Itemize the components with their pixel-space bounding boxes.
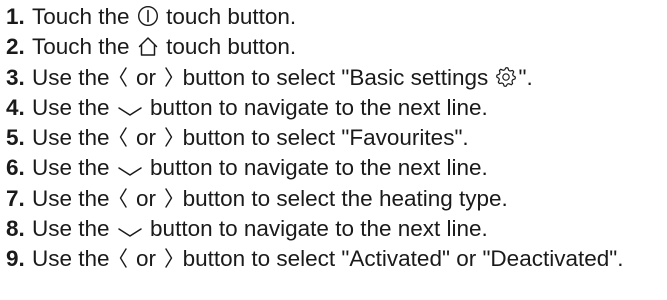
step-text-segment: Touch the bbox=[32, 34, 136, 60]
step-item: 4Use the button to navigate to the next … bbox=[6, 93, 667, 123]
step-item: 1Touch the touch button. bbox=[6, 2, 667, 32]
step-item: 3Use the or button to select "Basic sett… bbox=[6, 63, 667, 93]
step-text-segment: ". bbox=[518, 64, 533, 90]
step-text-segment: Use the bbox=[32, 216, 116, 242]
chevron-right-icon bbox=[163, 125, 175, 149]
step-text-segment: or bbox=[129, 64, 163, 90]
step-number: 2 bbox=[6, 32, 32, 62]
step-number: 1 bbox=[6, 2, 32, 32]
step-item: 2Touch the touch button. bbox=[6, 32, 667, 62]
step-number: 3 bbox=[6, 63, 32, 93]
step-text: Use the button to navigate to the next l… bbox=[32, 153, 667, 183]
step-text: Touch the touch button. bbox=[32, 2, 667, 32]
step-text: Use the or button to select "Activated" … bbox=[32, 244, 667, 274]
chevron-right-icon bbox=[163, 65, 175, 89]
step-number: 8 bbox=[6, 214, 32, 244]
step-item: 9Use the or button to select "Activated"… bbox=[6, 244, 667, 274]
chevron-left-icon bbox=[117, 186, 129, 210]
step-text: Use the button to navigate to the next l… bbox=[32, 93, 667, 123]
gear-icon bbox=[495, 66, 517, 88]
step-text-segment: Use the bbox=[32, 246, 116, 272]
step-text-segment: Use the bbox=[32, 64, 116, 90]
step-text-segment: button to select the heating type. bbox=[176, 185, 508, 211]
step-text-segment: button to select "Basic settings bbox=[176, 64, 495, 90]
step-number: 6 bbox=[6, 153, 32, 183]
chevron-right-icon bbox=[163, 186, 175, 210]
step-text-segment: or bbox=[129, 185, 163, 211]
chevron-right-icon bbox=[163, 246, 175, 270]
step-text-segment: or bbox=[129, 125, 163, 151]
step-text-segment: button to select "Activated" or "Deactiv… bbox=[176, 246, 624, 272]
step-text-segment: button to navigate to the next line. bbox=[143, 94, 488, 120]
step-text: Touch the touch button. bbox=[32, 32, 667, 62]
power-icon bbox=[137, 5, 159, 27]
step-number: 9 bbox=[6, 244, 32, 274]
step-text: Use the button to navigate to the next l… bbox=[32, 214, 667, 244]
step-number: 7 bbox=[6, 184, 32, 214]
step-text-segment: touch button. bbox=[159, 34, 297, 60]
step-text: Use the or button to select the heating … bbox=[32, 184, 667, 214]
step-text-segment: Use the bbox=[32, 125, 116, 151]
step-text-segment: button to navigate to the next line. bbox=[143, 155, 488, 181]
chevron-down-icon bbox=[117, 104, 143, 118]
step-text-segment: Touch the bbox=[32, 4, 136, 29]
chevron-left-icon bbox=[117, 125, 129, 149]
instruction-steps: 1Touch the touch button.2Touch the touch… bbox=[0, 0, 667, 275]
home-icon bbox=[137, 35, 159, 57]
step-item: 5Use the or button to select "Favourites… bbox=[6, 123, 667, 153]
step-number: 5 bbox=[6, 123, 32, 153]
step-number: 4 bbox=[6, 93, 32, 123]
chevron-down-icon bbox=[117, 225, 143, 239]
step-text-segment: Use the bbox=[32, 155, 116, 181]
step-text-segment: touch button. bbox=[159, 4, 297, 29]
step-text-segment: Use the bbox=[32, 94, 116, 120]
step-text-segment: button to navigate to the next line. bbox=[143, 216, 488, 242]
chevron-left-icon bbox=[117, 246, 129, 270]
step-text-segment: Use the bbox=[32, 185, 116, 211]
step-item: 8Use the button to navigate to the next … bbox=[6, 214, 667, 244]
step-item: 7Use the or button to select the heating… bbox=[6, 184, 667, 214]
step-text-segment: or bbox=[129, 246, 163, 272]
step-text: Use the or button to select "Favourites"… bbox=[32, 123, 667, 153]
chevron-down-icon bbox=[117, 164, 143, 178]
step-text: Use the or button to select "Basic setti… bbox=[32, 63, 667, 93]
step-text-segment: button to select "Favourites". bbox=[176, 125, 469, 151]
step-item: 6Use the button to navigate to the next … bbox=[6, 153, 667, 183]
chevron-left-icon bbox=[117, 65, 129, 89]
